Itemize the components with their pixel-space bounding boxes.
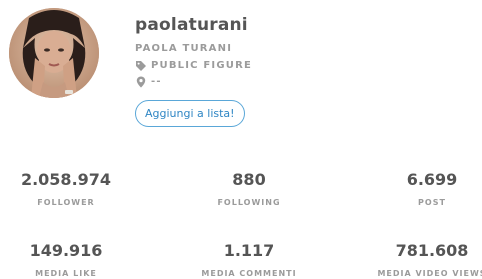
username[interactable]: paolaturani xyxy=(135,14,252,36)
location-label: -- xyxy=(151,76,162,87)
stat-value: 880 xyxy=(232,170,266,189)
add-to-list-button[interactable]: Aggiungi a lista! xyxy=(135,100,245,127)
stat-label: POST xyxy=(418,198,446,207)
stat-followers: 2.058.974 FOLLOWER xyxy=(0,170,136,208)
category-row: PUBLIC FIGURE xyxy=(135,60,252,72)
stat-media-video-views: 781.608 MEDIA VIDEO VIEWS xyxy=(362,241,482,279)
full-name: PAOLA TURANI xyxy=(135,43,233,54)
stat-media-comments: 1.117 MEDIA COMMENTI xyxy=(179,241,319,279)
map-pin-icon xyxy=(135,76,147,88)
location-row: -- xyxy=(135,76,252,88)
avatar-image xyxy=(9,8,99,98)
stat-value: 1.117 xyxy=(223,241,275,260)
stat-value: 781.608 xyxy=(395,241,469,260)
stat-posts: 6.699 POST xyxy=(362,170,482,208)
profile-info: paolaturani PAOLA TURANI PUBLIC FIGURE -… xyxy=(135,14,252,127)
stat-value: 2.058.974 xyxy=(20,170,112,189)
stat-label: FOLLOWER xyxy=(37,198,95,207)
stat-following: 880 FOLLOWING xyxy=(179,170,319,208)
stat-label: FOLLOWING xyxy=(217,198,281,207)
stat-value: 149.916 xyxy=(29,241,103,260)
profile-avatar[interactable] xyxy=(9,8,99,98)
tag-icon xyxy=(135,60,147,72)
stat-value: 6.699 xyxy=(406,170,458,189)
category-label: PUBLIC FIGURE xyxy=(151,60,252,71)
stat-media-like: 149.916 MEDIA LIKE xyxy=(0,241,136,279)
